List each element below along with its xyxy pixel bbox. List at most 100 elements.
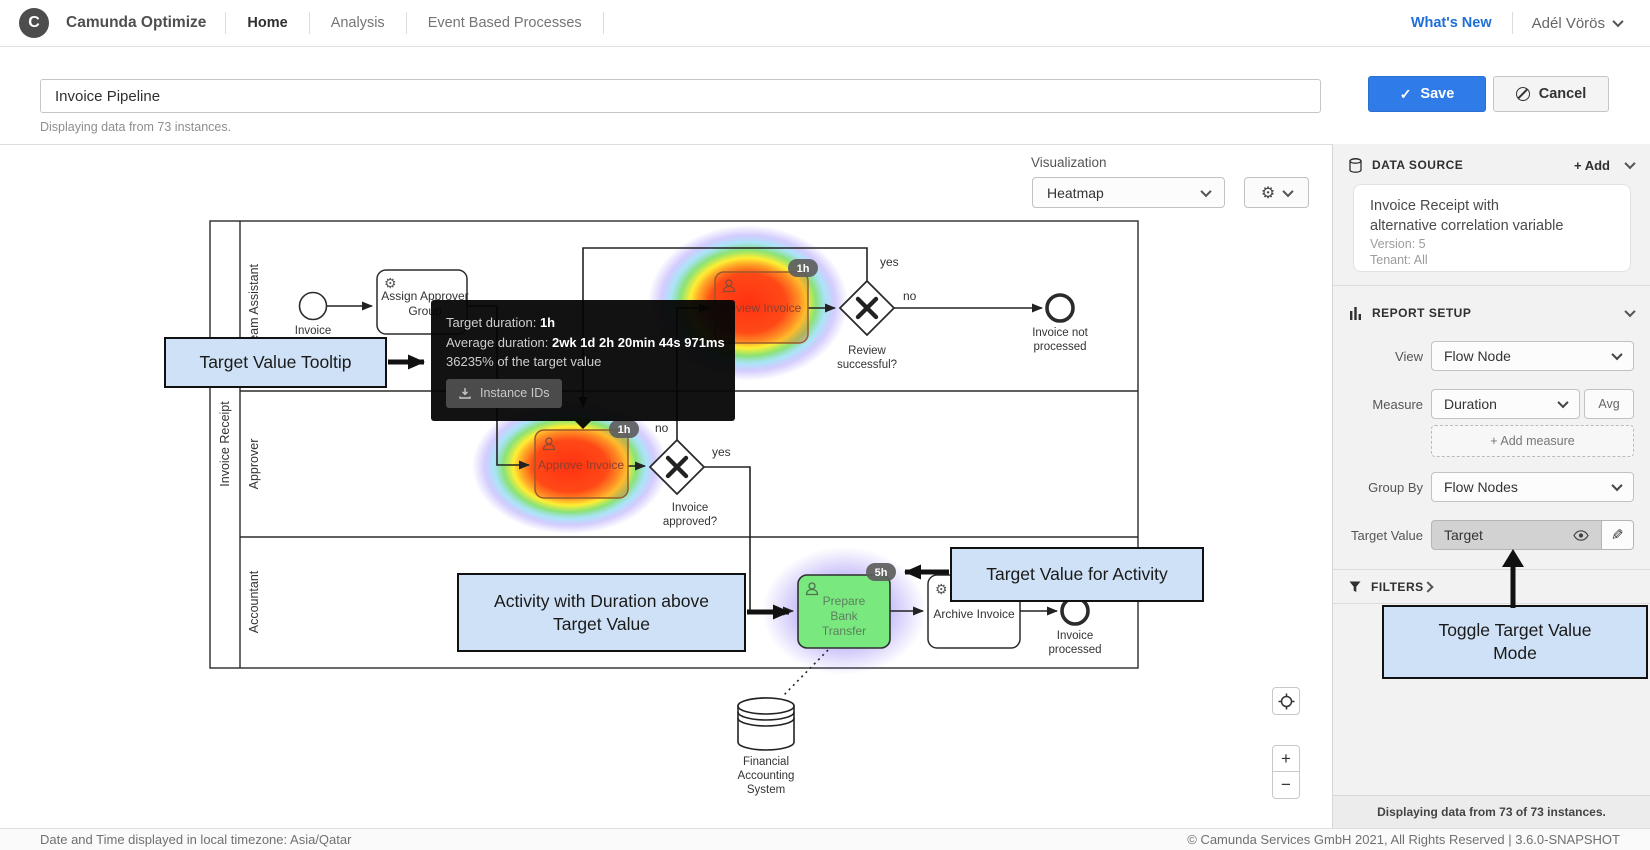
lane-label-approver: Approver (247, 439, 261, 490)
view-select[interactable]: Flow Node (1431, 341, 1634, 371)
chevron-down-icon (1283, 185, 1294, 196)
datastore-financial-accounting-system[interactable] (738, 698, 794, 750)
data-source-header: DATA SOURCE + Add (1349, 152, 1634, 178)
group-by-label: Group By (1349, 480, 1423, 495)
nav-item-event-based-processes[interactable]: Event Based Processes (428, 15, 582, 31)
add-measure-button[interactable]: + Add measure (1431, 425, 1634, 457)
measure-select[interactable]: Duration (1431, 389, 1580, 419)
chevron-down-icon[interactable] (1624, 306, 1635, 317)
nav-item-analysis[interactable]: Analysis (331, 15, 385, 31)
flow-label-no: no (903, 289, 917, 303)
task-label: Prepare (823, 594, 866, 608)
data-source-title: DATA SOURCE (1372, 158, 1463, 172)
view-row: View Flow Node (1349, 341, 1634, 371)
end-event-label: processed (1048, 644, 1101, 656)
timezone-note: Date and Time displayed in local timezon… (40, 832, 351, 847)
crosshair-icon (1278, 693, 1295, 710)
instance-ids-button[interactable]: Instance IDs (446, 379, 562, 409)
lane-label-team-assistant: Team Assistant (247, 263, 261, 348)
datastore-label: System (747, 784, 785, 796)
tooltip-caret (575, 421, 591, 429)
bar-chart-icon (1349, 307, 1362, 320)
process-tenant: Tenant: All (1370, 252, 1614, 268)
nav-separator (225, 12, 226, 34)
svg-text:1h: 1h (618, 424, 631, 436)
zoom-in-button[interactable]: + (1272, 745, 1300, 773)
whats-new-link[interactable]: What's New (1411, 15, 1492, 31)
report-config-sidebar: DATA SOURCE + Add Invoice Receipt with a… (1332, 144, 1650, 828)
camunda-logo-icon: C (19, 8, 49, 38)
sidebar-instances-note: Displaying data from 73 of 73 instances. (1333, 795, 1650, 828)
callout-target-value-tooltip: Target Value Tooltip (164, 337, 387, 388)
report-setup-title: REPORT SETUP (1372, 306, 1471, 320)
target-duration-badge-review: 1h (788, 259, 818, 277)
gateway-label: Invoice (672, 502, 708, 514)
start-event-invoice[interactable] (300, 293, 327, 320)
user-menu[interactable]: Adél Vörös (1532, 15, 1622, 32)
flow-label-yes: yes (712, 445, 731, 459)
chevron-down-icon (1611, 349, 1622, 360)
copyright-note: © Camunda Services GmbH 2021, All Rights… (1187, 832, 1620, 847)
database-icon (1349, 158, 1362, 173)
end-event-label: processed (1033, 341, 1086, 353)
chart-settings-button[interactable] (1244, 177, 1309, 208)
nav-separator (406, 12, 407, 34)
callout-toggle-target-value-mode: Toggle Target Value Mode (1382, 605, 1648, 679)
gear-icon: ⚙ (935, 581, 948, 597)
zoom-out-button[interactable]: − (1272, 771, 1300, 799)
visualization-select[interactable]: Heatmap (1032, 177, 1225, 208)
chevron-right-icon (1422, 581, 1433, 592)
callout-arrow-toggle (1490, 548, 1536, 608)
target-duration-badge-approve: 1h (609, 420, 639, 438)
section-divider (1333, 285, 1650, 286)
svg-text:5h: 5h (875, 567, 888, 579)
task-label: Bank (830, 609, 858, 623)
process-version: Version: 5 (1370, 236, 1614, 252)
callout-target-value-for-activity: Target Value for Activity (950, 547, 1204, 602)
eye-icon (1573, 530, 1589, 541)
target-value-row: Target Value Target (1349, 520, 1634, 550)
nav-separator (1512, 12, 1513, 34)
lane-label-accountant: Accountant (247, 570, 261, 633)
gateway-review-successful[interactable] (840, 281, 894, 335)
tooltip-percent-line: 36235% of the target value (446, 352, 720, 372)
nav-separator (309, 12, 310, 34)
gateway-label: successful? (837, 359, 897, 371)
gateway-label: Review (848, 345, 886, 357)
aggregation-button[interactable]: Avg (1584, 389, 1634, 419)
end-event-label: Invoice not (1032, 327, 1088, 339)
chevron-down-icon (1557, 397, 1568, 408)
datastore-label: Accounting (738, 770, 795, 782)
nav-item-home[interactable]: Home (247, 15, 287, 31)
report-setup-header: REPORT SETUP (1349, 300, 1634, 326)
reset-viewport-button[interactable] (1272, 687, 1300, 715)
target-value-label: Target Value (1349, 528, 1423, 543)
measure-row: Measure Duration Avg (1349, 389, 1634, 419)
target-duration-badge-prepare: 5h (866, 563, 896, 581)
chevron-down-icon[interactable] (1624, 158, 1635, 169)
flow-label-no: no (655, 421, 669, 435)
end-event-label: Invoice (1057, 630, 1093, 642)
view-label: View (1349, 349, 1423, 364)
edit-target-value-button[interactable] (1602, 520, 1634, 550)
end-event-invoice-not-processed[interactable] (1047, 295, 1073, 321)
chevron-down-icon (1200, 185, 1211, 196)
filters-title: FILTERS (1371, 580, 1424, 594)
data-source-card[interactable]: Invoice Receipt with alternative correla… (1353, 184, 1631, 272)
target-value-tooltip: Target duration: 1h Average duration: 2w… (431, 300, 735, 421)
task-label: Archive Invoice (933, 607, 1015, 621)
add-data-source-button[interactable]: + Add (1574, 158, 1610, 173)
process-name: Invoice Receipt with (1370, 196, 1614, 216)
start-event-label: Invoice (295, 325, 331, 337)
user-name: Adél Vörös (1532, 15, 1605, 32)
task-label: Approve Invoice (538, 458, 624, 472)
flow-label-yes: yes (880, 255, 899, 269)
add-measure-row: + Add measure (1349, 425, 1634, 457)
tooltip-average-line: Average duration: 2wk 1d 2h 20min 44s 97… (446, 333, 720, 353)
group-by-select[interactable]: Flow Nodes (1431, 472, 1634, 502)
target-value-toggle[interactable]: Target (1431, 520, 1602, 550)
chevron-down-icon (1611, 480, 1622, 491)
task-label: Transfer (822, 624, 866, 638)
callout-activity-above-target: Activity with Duration above Target Valu… (457, 573, 746, 652)
visualization-label: Visualization (1031, 155, 1107, 170)
